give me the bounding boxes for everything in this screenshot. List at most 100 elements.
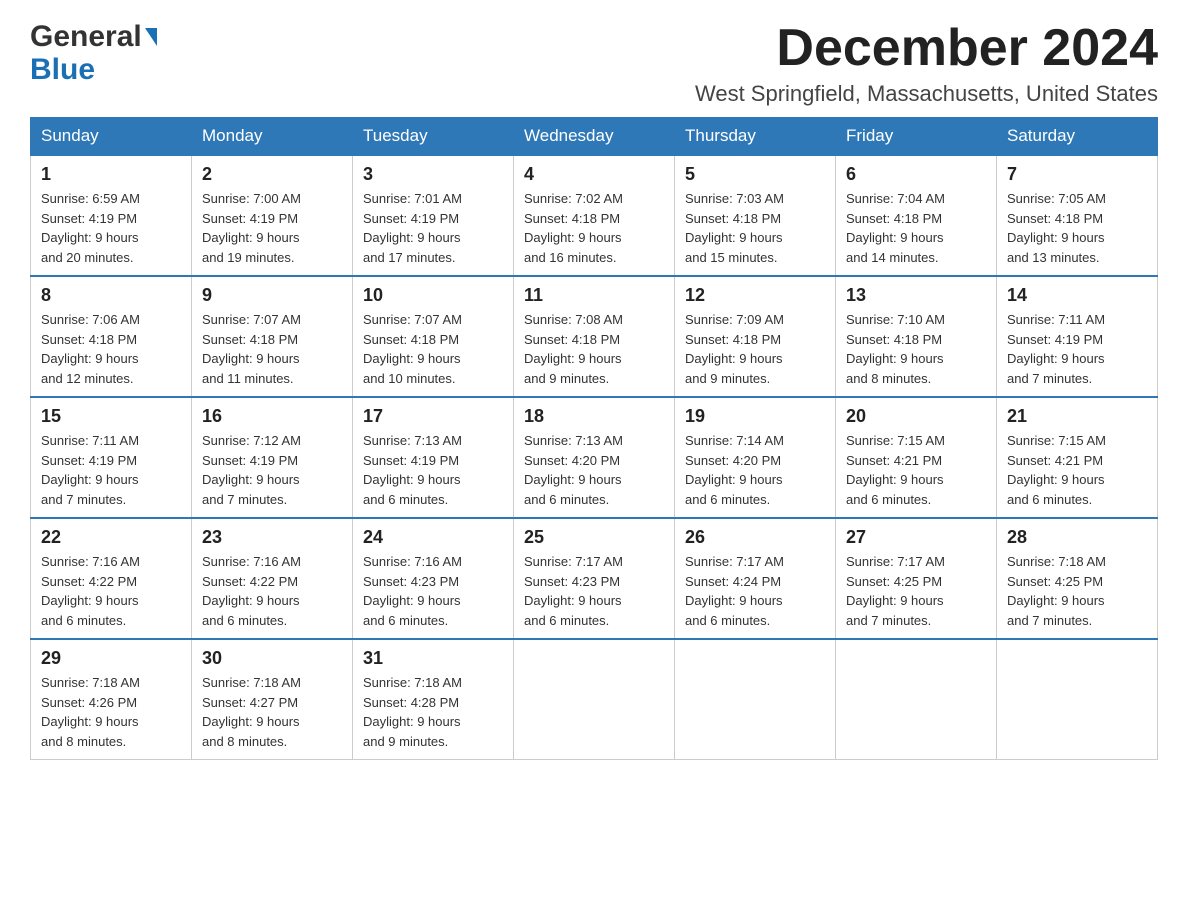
calendar-cell: 7 Sunrise: 7:05 AM Sunset: 4:18 PM Dayli… bbox=[997, 155, 1158, 276]
day-number: 4 bbox=[524, 164, 664, 185]
day-number: 10 bbox=[363, 285, 503, 306]
day-info: Sunrise: 7:02 AM Sunset: 4:18 PM Dayligh… bbox=[524, 189, 664, 267]
calendar-cell: 29 Sunrise: 7:18 AM Sunset: 4:26 PM Dayl… bbox=[31, 639, 192, 760]
calendar-cell: 3 Sunrise: 7:01 AM Sunset: 4:19 PM Dayli… bbox=[353, 155, 514, 276]
calendar-week-row: 15 Sunrise: 7:11 AM Sunset: 4:19 PM Dayl… bbox=[31, 397, 1158, 518]
day-info: Sunrise: 7:13 AM Sunset: 4:20 PM Dayligh… bbox=[524, 431, 664, 509]
month-title: December 2024 bbox=[695, 20, 1158, 77]
day-number: 3 bbox=[363, 164, 503, 185]
calendar-cell: 30 Sunrise: 7:18 AM Sunset: 4:27 PM Dayl… bbox=[192, 639, 353, 760]
location-title: West Springfield, Massachusetts, United … bbox=[695, 81, 1158, 107]
day-number: 30 bbox=[202, 648, 342, 669]
day-info: Sunrise: 7:17 AM Sunset: 4:25 PM Dayligh… bbox=[846, 552, 986, 630]
day-number: 22 bbox=[41, 527, 181, 548]
day-number: 5 bbox=[685, 164, 825, 185]
day-info: Sunrise: 7:16 AM Sunset: 4:23 PM Dayligh… bbox=[363, 552, 503, 630]
calendar-cell: 21 Sunrise: 7:15 AM Sunset: 4:21 PM Dayl… bbox=[997, 397, 1158, 518]
day-number: 29 bbox=[41, 648, 181, 669]
calendar-cell: 25 Sunrise: 7:17 AM Sunset: 4:23 PM Dayl… bbox=[514, 518, 675, 639]
calendar-cell: 24 Sunrise: 7:16 AM Sunset: 4:23 PM Dayl… bbox=[353, 518, 514, 639]
calendar-cell: 27 Sunrise: 7:17 AM Sunset: 4:25 PM Dayl… bbox=[836, 518, 997, 639]
day-info: Sunrise: 7:11 AM Sunset: 4:19 PM Dayligh… bbox=[1007, 310, 1147, 388]
calendar-header-saturday: Saturday bbox=[997, 118, 1158, 156]
calendar-header-monday: Monday bbox=[192, 118, 353, 156]
day-number: 31 bbox=[363, 648, 503, 669]
calendar-cell: 12 Sunrise: 7:09 AM Sunset: 4:18 PM Dayl… bbox=[675, 276, 836, 397]
day-number: 23 bbox=[202, 527, 342, 548]
calendar-header-wednesday: Wednesday bbox=[514, 118, 675, 156]
day-info: Sunrise: 7:11 AM Sunset: 4:19 PM Dayligh… bbox=[41, 431, 181, 509]
day-number: 14 bbox=[1007, 285, 1147, 306]
day-number: 12 bbox=[685, 285, 825, 306]
calendar-cell: 13 Sunrise: 7:10 AM Sunset: 4:18 PM Dayl… bbox=[836, 276, 997, 397]
day-number: 18 bbox=[524, 406, 664, 427]
calendar-header-sunday: Sunday bbox=[31, 118, 192, 156]
day-number: 9 bbox=[202, 285, 342, 306]
calendar-cell: 2 Sunrise: 7:00 AM Sunset: 4:19 PM Dayli… bbox=[192, 155, 353, 276]
day-info: Sunrise: 7:01 AM Sunset: 4:19 PM Dayligh… bbox=[363, 189, 503, 267]
calendar-header-tuesday: Tuesday bbox=[353, 118, 514, 156]
day-number: 8 bbox=[41, 285, 181, 306]
day-info: Sunrise: 7:18 AM Sunset: 4:26 PM Dayligh… bbox=[41, 673, 181, 751]
logo-general-text: General bbox=[30, 20, 142, 53]
calendar-cell: 6 Sunrise: 7:04 AM Sunset: 4:18 PM Dayli… bbox=[836, 155, 997, 276]
title-block: December 2024 West Springfield, Massachu… bbox=[695, 20, 1158, 107]
calendar-cell: 31 Sunrise: 7:18 AM Sunset: 4:28 PM Dayl… bbox=[353, 639, 514, 760]
day-number: 24 bbox=[363, 527, 503, 548]
day-number: 20 bbox=[846, 406, 986, 427]
calendar-table: SundayMondayTuesdayWednesdayThursdayFrid… bbox=[30, 117, 1158, 760]
day-number: 19 bbox=[685, 406, 825, 427]
day-number: 7 bbox=[1007, 164, 1147, 185]
calendar-header-friday: Friday bbox=[836, 118, 997, 156]
calendar-cell: 19 Sunrise: 7:14 AM Sunset: 4:20 PM Dayl… bbox=[675, 397, 836, 518]
calendar-cell: 18 Sunrise: 7:13 AM Sunset: 4:20 PM Dayl… bbox=[514, 397, 675, 518]
calendar-cell: 5 Sunrise: 7:03 AM Sunset: 4:18 PM Dayli… bbox=[675, 155, 836, 276]
calendar-cell bbox=[836, 639, 997, 760]
calendar-week-row: 22 Sunrise: 7:16 AM Sunset: 4:22 PM Dayl… bbox=[31, 518, 1158, 639]
day-number: 6 bbox=[846, 164, 986, 185]
calendar-cell: 23 Sunrise: 7:16 AM Sunset: 4:22 PM Dayl… bbox=[192, 518, 353, 639]
day-info: Sunrise: 7:16 AM Sunset: 4:22 PM Dayligh… bbox=[41, 552, 181, 630]
calendar-cell bbox=[997, 639, 1158, 760]
day-info: Sunrise: 7:16 AM Sunset: 4:22 PM Dayligh… bbox=[202, 552, 342, 630]
day-info: Sunrise: 7:04 AM Sunset: 4:18 PM Dayligh… bbox=[846, 189, 986, 267]
day-info: Sunrise: 7:06 AM Sunset: 4:18 PM Dayligh… bbox=[41, 310, 181, 388]
calendar-cell: 8 Sunrise: 7:06 AM Sunset: 4:18 PM Dayli… bbox=[31, 276, 192, 397]
calendar-cell: 14 Sunrise: 7:11 AM Sunset: 4:19 PM Dayl… bbox=[997, 276, 1158, 397]
day-number: 28 bbox=[1007, 527, 1147, 548]
day-info: Sunrise: 7:10 AM Sunset: 4:18 PM Dayligh… bbox=[846, 310, 986, 388]
day-info: Sunrise: 7:15 AM Sunset: 4:21 PM Dayligh… bbox=[1007, 431, 1147, 509]
day-info: Sunrise: 7:07 AM Sunset: 4:18 PM Dayligh… bbox=[202, 310, 342, 388]
logo-arrow-icon bbox=[145, 28, 157, 46]
day-number: 17 bbox=[363, 406, 503, 427]
calendar-cell: 20 Sunrise: 7:15 AM Sunset: 4:21 PM Dayl… bbox=[836, 397, 997, 518]
day-number: 2 bbox=[202, 164, 342, 185]
day-info: Sunrise: 7:18 AM Sunset: 4:28 PM Dayligh… bbox=[363, 673, 503, 751]
calendar-week-row: 1 Sunrise: 6:59 AM Sunset: 4:19 PM Dayli… bbox=[31, 155, 1158, 276]
day-info: Sunrise: 7:18 AM Sunset: 4:27 PM Dayligh… bbox=[202, 673, 342, 751]
day-info: Sunrise: 7:14 AM Sunset: 4:20 PM Dayligh… bbox=[685, 431, 825, 509]
day-info: Sunrise: 7:09 AM Sunset: 4:18 PM Dayligh… bbox=[685, 310, 825, 388]
day-info: Sunrise: 7:08 AM Sunset: 4:18 PM Dayligh… bbox=[524, 310, 664, 388]
calendar-cell bbox=[675, 639, 836, 760]
calendar-cell: 15 Sunrise: 7:11 AM Sunset: 4:19 PM Dayl… bbox=[31, 397, 192, 518]
calendar-header-row: SundayMondayTuesdayWednesdayThursdayFrid… bbox=[31, 118, 1158, 156]
calendar-cell: 9 Sunrise: 7:07 AM Sunset: 4:18 PM Dayli… bbox=[192, 276, 353, 397]
logo-blue-text: Blue bbox=[30, 53, 95, 86]
day-info: Sunrise: 7:03 AM Sunset: 4:18 PM Dayligh… bbox=[685, 189, 825, 267]
calendar-week-row: 8 Sunrise: 7:06 AM Sunset: 4:18 PM Dayli… bbox=[31, 276, 1158, 397]
day-info: Sunrise: 7:05 AM Sunset: 4:18 PM Dayligh… bbox=[1007, 189, 1147, 267]
calendar-cell: 10 Sunrise: 7:07 AM Sunset: 4:18 PM Dayl… bbox=[353, 276, 514, 397]
day-info: Sunrise: 7:12 AM Sunset: 4:19 PM Dayligh… bbox=[202, 431, 342, 509]
day-info: Sunrise: 7:07 AM Sunset: 4:18 PM Dayligh… bbox=[363, 310, 503, 388]
day-number: 16 bbox=[202, 406, 342, 427]
calendar-cell: 26 Sunrise: 7:17 AM Sunset: 4:24 PM Dayl… bbox=[675, 518, 836, 639]
calendar-cell: 11 Sunrise: 7:08 AM Sunset: 4:18 PM Dayl… bbox=[514, 276, 675, 397]
day-number: 11 bbox=[524, 285, 664, 306]
calendar-cell bbox=[514, 639, 675, 760]
day-number: 27 bbox=[846, 527, 986, 548]
day-info: Sunrise: 6:59 AM Sunset: 4:19 PM Dayligh… bbox=[41, 189, 181, 267]
day-number: 21 bbox=[1007, 406, 1147, 427]
day-info: Sunrise: 7:17 AM Sunset: 4:24 PM Dayligh… bbox=[685, 552, 825, 630]
page-header: General Blue December 2024 West Springfi… bbox=[30, 20, 1158, 107]
